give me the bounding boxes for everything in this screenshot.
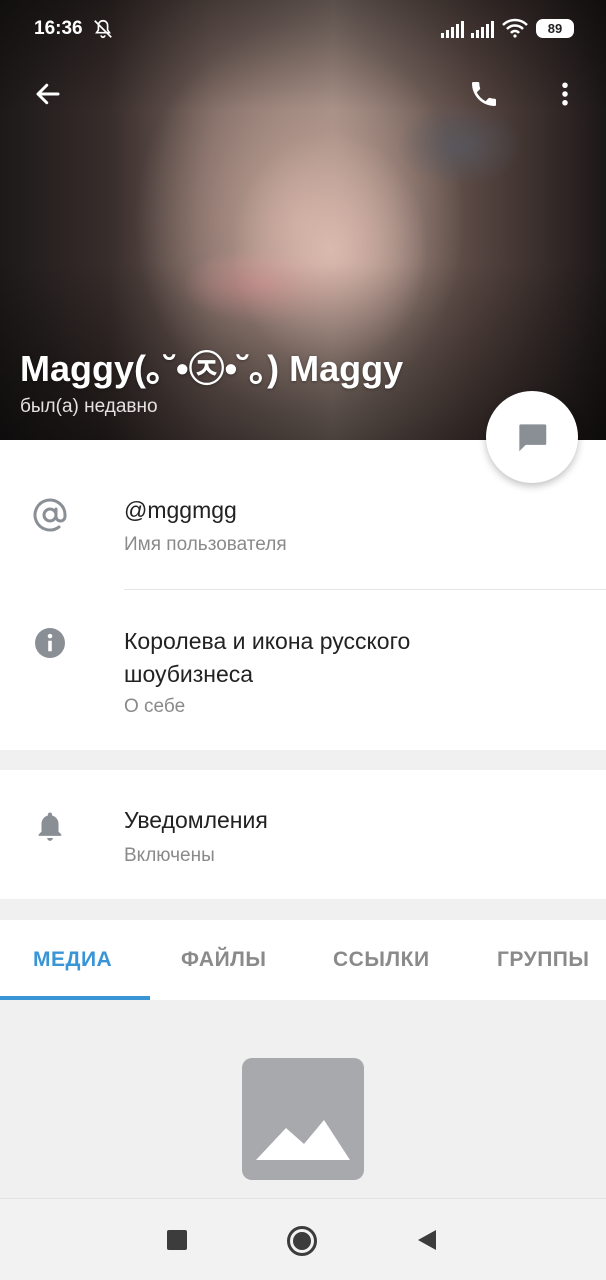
bio-label: О себе — [124, 696, 186, 717]
status-bar: 16:36 89 — [0, 0, 606, 58]
mute-icon — [94, 19, 112, 39]
tab-groups[interactable]: ГРУППЫ — [497, 948, 589, 972]
back-button[interactable] — [24, 70, 72, 118]
profile-header: 16:36 89 Maggy(｡˘•㉨•˘｡) Maggy был(а) нед… — [0, 0, 606, 440]
wifi-icon — [502, 18, 528, 38]
battery-indicator: 89 — [536, 19, 574, 38]
section-gap — [0, 899, 606, 920]
divider — [124, 589, 606, 590]
home-circle-icon[interactable] — [286, 1225, 318, 1257]
tab-links[interactable]: ССЫЛКИ — [333, 948, 430, 972]
more-vert-icon — [562, 82, 568, 106]
media-tabs: МЕДИА ФАЙЛЫ ССЫЛКИ ГРУППЫ — [0, 920, 606, 1000]
call-button[interactable] — [460, 70, 508, 118]
info-icon — [32, 625, 68, 661]
back-triangle-icon[interactable] — [416, 1228, 438, 1252]
status-time: 16:36 — [34, 18, 83, 39]
last-seen-status: был(а) недавно — [20, 396, 158, 417]
bell-icon — [32, 808, 68, 844]
tab-media[interactable]: МЕДИА — [33, 948, 112, 972]
send-message-button[interactable] — [486, 391, 578, 483]
tab-files[interactable]: ФАЙЛЫ — [181, 948, 266, 972]
notifications-title: Уведомления — [124, 807, 268, 833]
recents-square-icon[interactable] — [166, 1229, 188, 1251]
username-label: Имя пользователя — [124, 534, 287, 555]
signal-icon — [441, 21, 464, 38]
phone-icon — [472, 82, 496, 106]
back-arrow-icon — [36, 83, 60, 105]
notifications-status: Включены — [124, 845, 215, 866]
profile-name: Maggy(｡˘•㉨•˘｡) Maggy — [20, 348, 404, 389]
signal-icon — [471, 21, 494, 38]
message-icon — [519, 424, 547, 452]
image-placeholder-icon — [242, 1058, 364, 1180]
username-value: @mggmgg — [124, 497, 237, 523]
more-options-button[interactable] — [541, 70, 589, 118]
bio-line-2: шоубизнеса — [124, 661, 254, 687]
system-navigation-bar — [0, 1198, 606, 1280]
section-gap — [0, 750, 606, 770]
bio-line-1: Королева и икона русского — [124, 628, 411, 654]
at-icon — [32, 497, 68, 533]
